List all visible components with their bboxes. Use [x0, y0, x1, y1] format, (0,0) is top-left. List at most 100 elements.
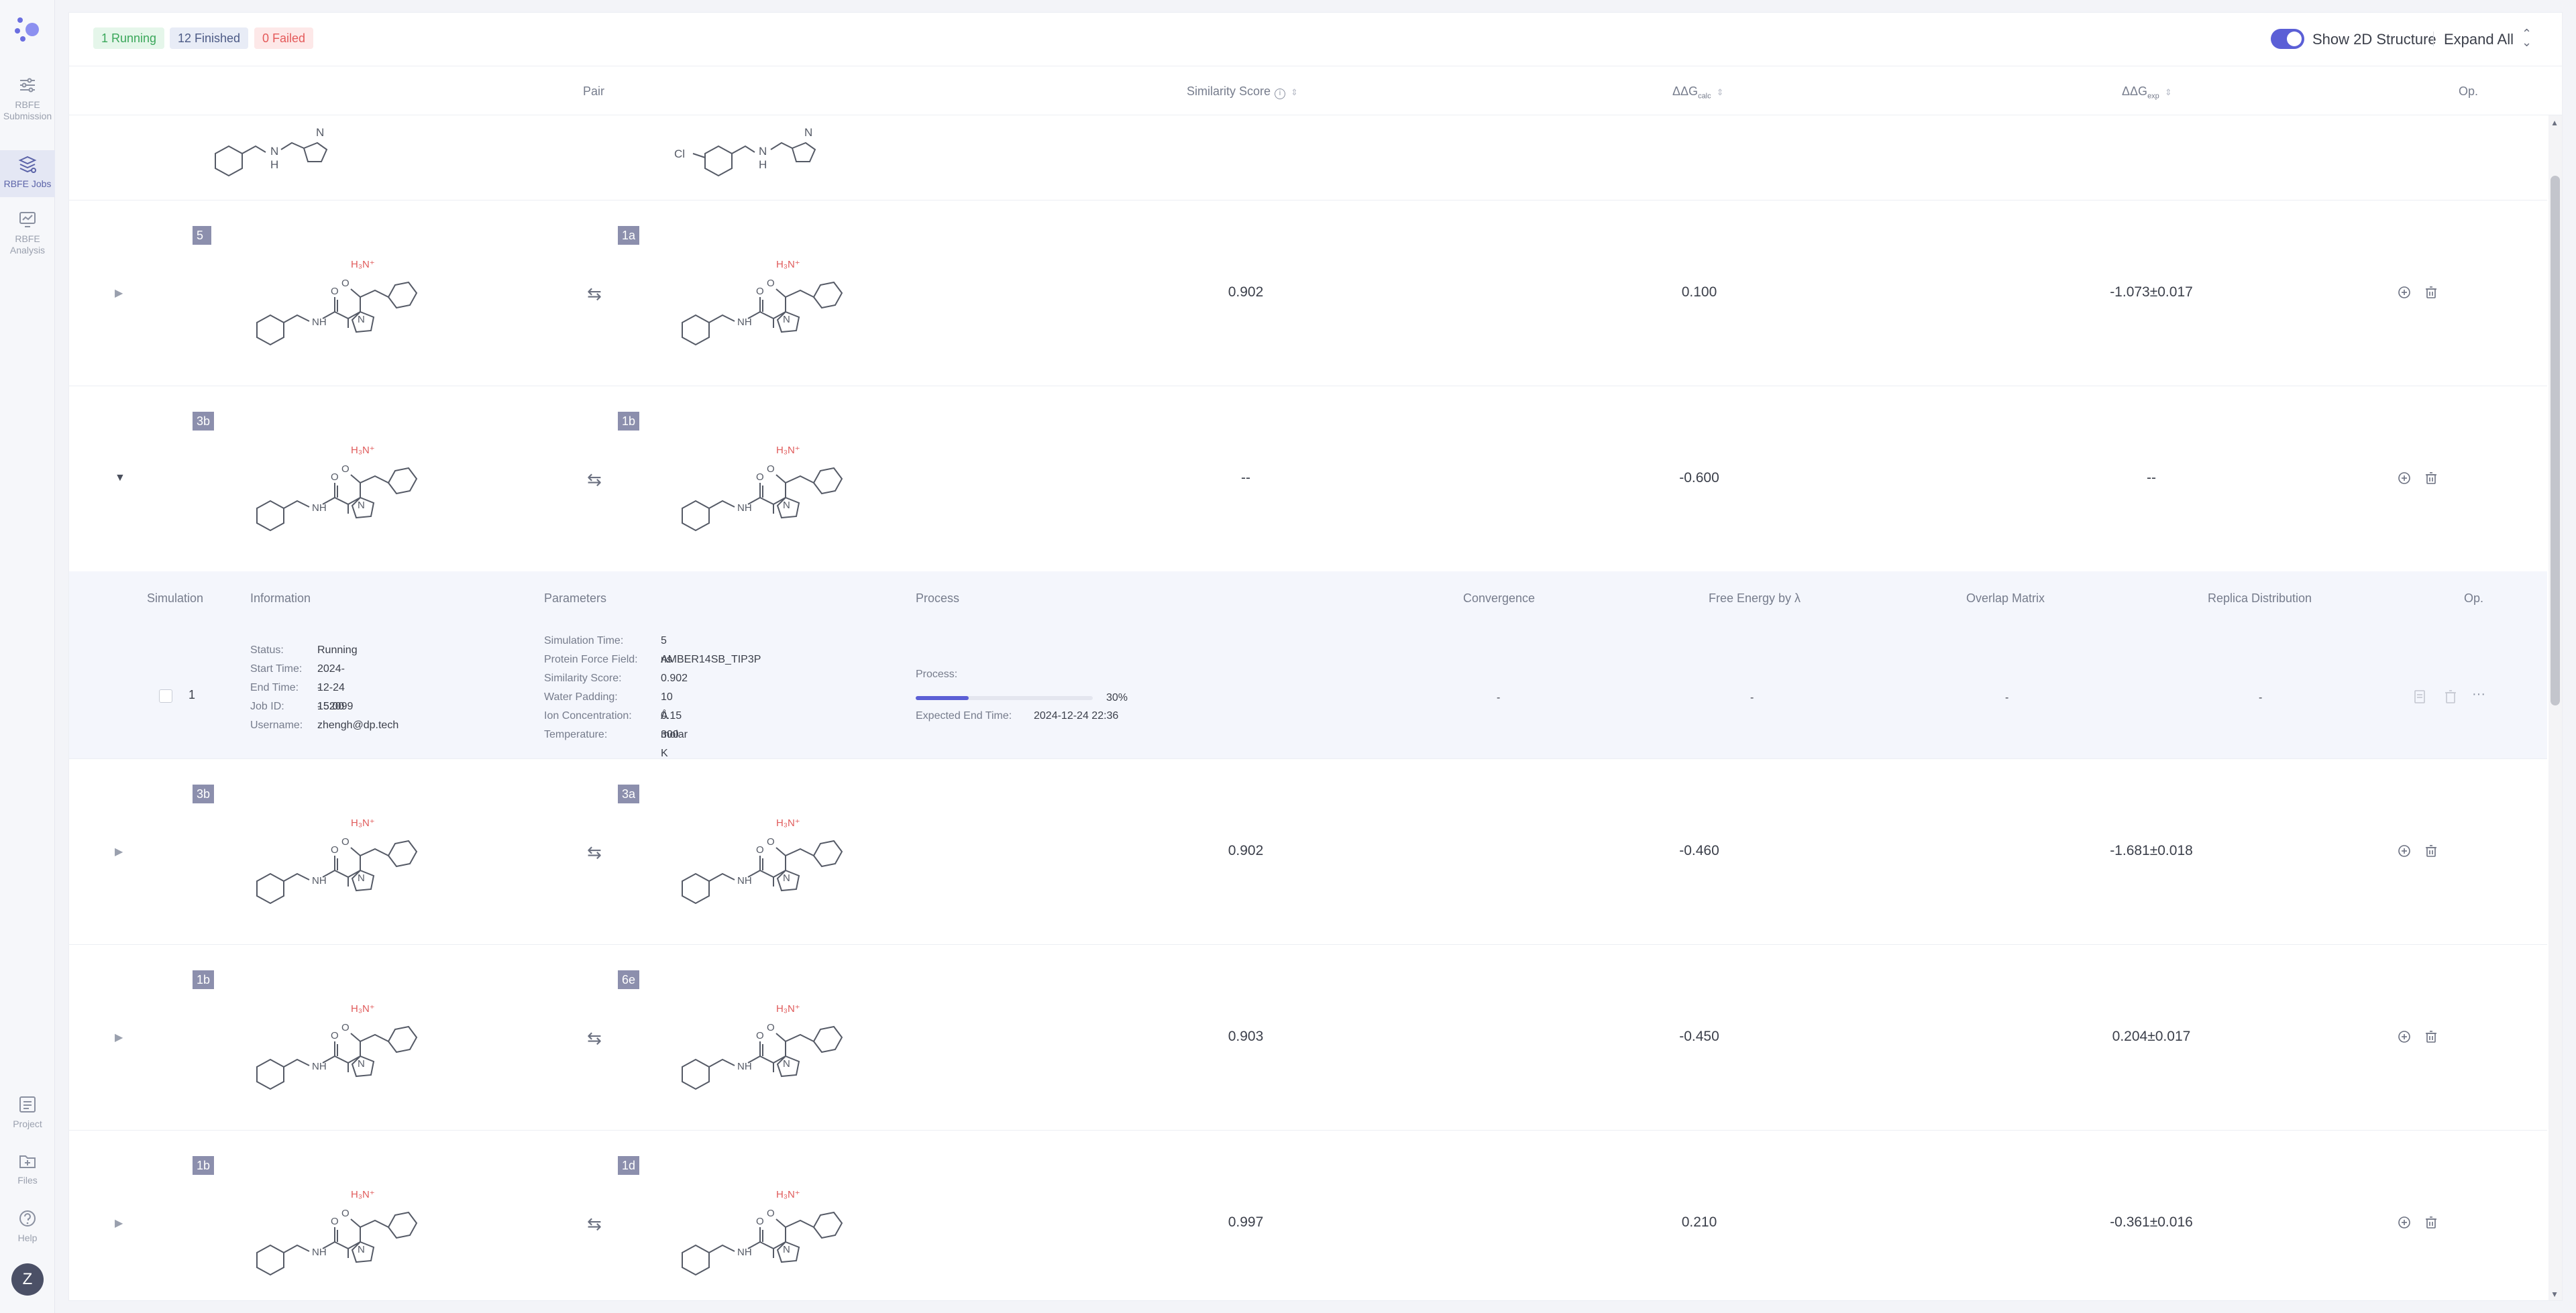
table-row[interactable]: N H N Cl N H N [69, 116, 2547, 201]
scrollbar-thumb[interactable] [2551, 176, 2560, 705]
scroll-down-arrow-icon[interactable]: ▼ [2551, 1290, 2559, 1299]
atom-label: O [767, 1208, 775, 1219]
table-row[interactable]: ▼ 3b 1b ⇆ -- -0.600 -- NH O N O H₃N⁺ NH … [69, 386, 2547, 572]
similarity-score-cell: -- [1241, 470, 1250, 486]
info-icon[interactable]: i [1275, 89, 1286, 99]
info-start-time: Start Time: 2024-12-24 15:00 [250, 660, 345, 712]
caret-right-icon[interactable]: ▶ [115, 286, 123, 300]
ligand-label-right: 1b [618, 412, 640, 431]
column-header-similarity-score[interactable]: Similarity Score i ⇕ [1187, 84, 1298, 99]
atom-label: O [767, 463, 775, 475]
log-file-icon[interactable] [2413, 689, 2426, 704]
more-options-icon[interactable]: ··· [2472, 687, 2485, 702]
ddg-calc-subscript: calc [1698, 92, 1711, 101]
param-force-field: Protein Force Field: AMBER14SB_TIP3P [544, 650, 761, 669]
molecule-structure: NH O N O H₃N⁺ [682, 817, 843, 905]
table-row[interactable]: ▶ 1b 6e ⇆ 0.903 -0.450 0.204±0.017 NH O N O H₃… [69, 945, 2547, 1131]
column-header-ddg-exp[interactable]: ΔΔGexp ⇕ [2122, 84, 2172, 101]
ddg-exp-cell: -1.681±0.018 [2110, 843, 2193, 858]
molecule-structure: NH O N O H₃N⁺ [256, 259, 418, 346]
analysis-monitor-icon [19, 212, 36, 227]
atom-label: NH [737, 1247, 752, 1258]
help-icon [19, 1210, 36, 1226]
sort-icon[interactable]: ⇕ [2165, 87, 2172, 97]
chevron-up-down-icon[interactable]: ⌃ ⌄ [2522, 27, 2532, 48]
caret-right-icon[interactable]: ▶ [115, 1031, 123, 1044]
failed-status-badge[interactable]: 0 Failed [254, 27, 314, 49]
free-energy-value[interactable]: - [1750, 689, 1754, 707]
similarity-score-cell: 0.902 [1228, 843, 1264, 858]
info-username: Username: zhengh@dp.tech [250, 716, 398, 735]
similarity-score-cell: 0.903 [1228, 1029, 1264, 1044]
atom-label: O [756, 844, 764, 856]
atom-label: N [358, 872, 365, 884]
sort-icon[interactable]: ⇕ [1717, 87, 1724, 97]
molecule-structure: NH O N O H₃N⁺ [256, 817, 418, 905]
info-key: Job ID: [250, 701, 284, 712]
parameters-list: Simulation Time: 5 ns Protein Force Field… [544, 632, 761, 759]
info-key: Start Time: [250, 663, 303, 675]
replica-distribution-value[interactable]: - [2259, 689, 2262, 707]
sidebar-item-project[interactable]: Project [0, 1094, 55, 1130]
info-status: Status: Running [250, 641, 358, 660]
add-icon[interactable] [2397, 471, 2412, 486]
delete-icon[interactable] [2444, 689, 2457, 704]
swap-arrows-icon[interactable]: ⇆ [587, 1214, 602, 1235]
convergence-value[interactable]: - [1497, 689, 1500, 707]
info-job-id: Job ID: 152099 [250, 697, 353, 716]
caret-right-icon[interactable]: ▶ [115, 845, 123, 858]
delete-icon[interactable] [2424, 844, 2438, 858]
finished-status-badge[interactable]: 12 Finished [170, 27, 249, 49]
delete-icon[interactable] [2424, 1215, 2438, 1230]
caret-right-icon[interactable]: ▶ [115, 1216, 123, 1230]
caret-down-icon[interactable]: ▼ [115, 472, 125, 484]
delete-icon[interactable] [2424, 471, 2438, 486]
delete-icon[interactable] [2424, 1029, 2438, 1044]
add-icon[interactable] [2397, 844, 2412, 858]
table-row[interactable]: ▶ 3b 3a ⇆ 0.902 -0.460 -1.681±0.018 NH O N O H… [69, 759, 2547, 945]
delete-icon[interactable] [2424, 285, 2438, 300]
atom-label: O [331, 471, 339, 483]
overlap-matrix-value[interactable]: - [2005, 689, 2008, 707]
atom-label: N [783, 500, 790, 511]
column-header-pair: Pair [583, 84, 605, 98]
ligand-label-left: 1b [193, 1156, 215, 1175]
swap-arrows-icon[interactable]: ⇆ [587, 284, 602, 304]
atom-label: N [316, 126, 324, 139]
table-row[interactable]: ▶ 5 1a ⇆ 0.902 0.100 -1.073±0.017 NH O N O H₃N… [69, 201, 2547, 386]
sidebar-item-help[interactable]: Help [0, 1208, 55, 1244]
avatar[interactable]: Z [11, 1263, 44, 1296]
molecule-structure: NH O N O H₃N⁺ [682, 1189, 843, 1276]
sidebar-item-rbfe-submission[interactable]: RBFE Submission [0, 75, 55, 122]
swap-arrows-icon[interactable]: ⇆ [587, 842, 602, 863]
add-icon[interactable] [2397, 1029, 2412, 1044]
add-icon[interactable] [2397, 1215, 2412, 1230]
ddg-calc-cell: -0.460 [1679, 843, 1719, 858]
sidebar-item-rbfe-analysis[interactable]: RBFE Analysis [0, 209, 55, 256]
ddg-exp-subscript: exp [2147, 92, 2159, 101]
show-2d-structure-toggle[interactable] [2271, 29, 2304, 49]
atom-label: NH [737, 875, 752, 887]
swap-arrows-icon[interactable]: ⇆ [587, 1028, 602, 1049]
swap-arrows-icon[interactable]: ⇆ [587, 469, 602, 490]
sidebar-item-label: RBFE Analysis [9, 233, 46, 255]
sidebar-item-files[interactable]: Files [0, 1151, 55, 1186]
sidebar-item-rbfe-jobs[interactable]: RBFE Jobs [0, 150, 55, 197]
ligand-label-left: 1b [193, 970, 215, 989]
param-key: Similarity Score: [544, 673, 622, 684]
running-status-badge[interactable]: 1 Running [93, 27, 165, 49]
column-header-ddg-calc[interactable]: ΔΔGcalc ⇕ [1672, 84, 1724, 101]
sort-icon[interactable]: ⇕ [1291, 87, 1298, 97]
detail-header-convergence: Convergence [1463, 591, 1536, 605]
expected-end-time-label: Expected End Time: [916, 710, 1012, 722]
add-icon[interactable] [2397, 285, 2412, 300]
expand-all-button[interactable]: Expand All [2444, 31, 2514, 48]
simulation-checkbox[interactable] [159, 689, 172, 703]
app-logo-icon[interactable] [12, 13, 43, 44]
ammonium-label: H₃N⁺ [351, 445, 375, 456]
atom-label: N [783, 872, 790, 884]
scroll-up-arrow-icon[interactable]: ▲ [2551, 118, 2559, 127]
atom-label: H [759, 158, 767, 171]
toolbar-divider [2433, 32, 2434, 46]
table-row[interactable]: ▶ 1b 1d ⇆ 0.997 0.210 -0.361±0.016 NH O N O H₃… [69, 1131, 2547, 1300]
